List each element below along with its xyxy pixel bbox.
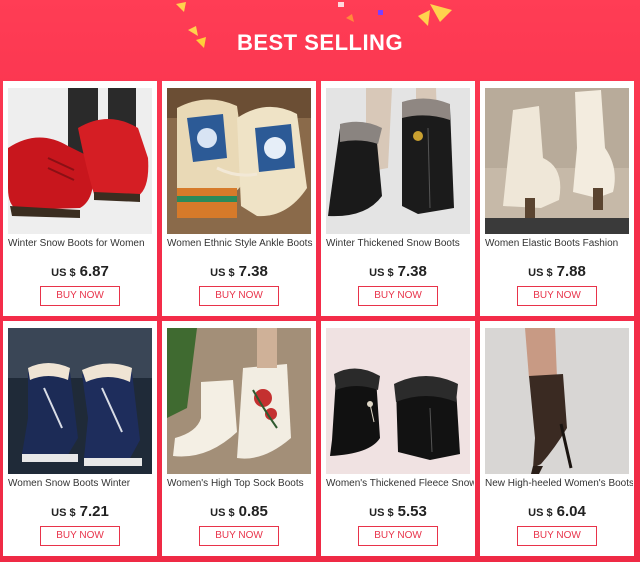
buy-now-button[interactable]: BUY NOW	[199, 286, 279, 306]
price-currency: US $	[210, 267, 235, 279]
product-price: US $7.38	[321, 263, 475, 281]
product-image-floral-sock-boot[interactable]	[167, 328, 311, 474]
product-name[interactable]: Women's Thickened Fleece Snow	[326, 478, 474, 489]
product-image-stiletto-boot[interactable]	[485, 328, 629, 474]
product-price: US $5.53	[321, 503, 475, 521]
buy-now-button[interactable]: BUY NOW	[40, 286, 120, 306]
product-card[interactable]: Women Ethnic Style Ankle Boots US $7.38 …	[162, 81, 316, 316]
product-name[interactable]: Winter Snow Boots for Women	[8, 238, 156, 249]
product-image-white-sock-boot[interactable]	[485, 88, 629, 234]
product-image-black-snow-boot[interactable]	[326, 88, 470, 234]
price-amount: 6.04	[556, 503, 586, 520]
product-card[interactable]: Women Snow Boots Winter US $7.21 BUY NOW	[3, 321, 157, 556]
product-card[interactable]: Women Elastic Boots Fashion US $7.88 BUY…	[480, 81, 634, 316]
price-amount: 7.21	[79, 503, 109, 520]
product-card[interactable]: Women's High Top Sock Boots US $0.85 BUY…	[162, 321, 316, 556]
price-amount: 7.38	[238, 263, 268, 280]
product-price: US $7.21	[3, 503, 157, 521]
product-price: US $7.88	[480, 263, 634, 281]
product-card[interactable]: New High-heeled Women's Boots US $6.04 B…	[480, 321, 634, 556]
price-amount: 5.53	[397, 503, 427, 520]
header-banner: BEST SELLING	[0, 0, 640, 80]
product-price: US $7.38	[162, 263, 316, 281]
product-card[interactable]: Women's Thickened Fleece Snow US $5.53 B…	[321, 321, 475, 556]
product-name[interactable]: New High-heeled Women's Boots	[485, 478, 633, 489]
product-price: US $0.85	[162, 503, 316, 521]
product-card[interactable]: Winter Snow Boots for Women US $6.87 BUY…	[3, 81, 157, 316]
price-currency: US $	[528, 267, 553, 279]
section-title: BEST SELLING	[236, 30, 404, 55]
product-image-fur-cuff-boot[interactable]	[326, 328, 470, 474]
product-price: US $6.87	[3, 263, 157, 281]
buy-now-button[interactable]: BUY NOW	[517, 526, 597, 546]
buy-now-button[interactable]: BUY NOW	[199, 526, 279, 546]
product-price: US $6.04	[480, 503, 634, 521]
product-name[interactable]: Women Ethnic Style Ankle Boots	[167, 238, 315, 249]
product-image-ethnic-boot[interactable]	[167, 88, 311, 234]
price-currency: US $	[51, 507, 76, 519]
price-currency: US $	[369, 507, 394, 519]
buy-now-button[interactable]: BUY NOW	[358, 286, 438, 306]
product-card[interactable]: Winter Thickened Snow Boots US $7.38 BUY…	[321, 81, 475, 316]
product-image-red-boot[interactable]	[8, 88, 152, 234]
price-currency: US $	[210, 507, 235, 519]
price-currency: US $	[51, 267, 76, 279]
product-name[interactable]: Women Snow Boots Winter	[8, 478, 156, 489]
buy-now-button[interactable]: BUY NOW	[517, 286, 597, 306]
product-grid: Winter Snow Boots for Women US $6.87 BUY…	[3, 81, 634, 556]
product-image-navy-snow-boot[interactable]	[8, 328, 152, 474]
price-amount: 0.85	[238, 503, 268, 520]
price-amount: 7.38	[397, 263, 427, 280]
price-currency: US $	[528, 507, 553, 519]
product-name[interactable]: Winter Thickened Snow Boots	[326, 238, 474, 249]
buy-now-button[interactable]: BUY NOW	[40, 526, 120, 546]
product-name[interactable]: Women's High Top Sock Boots	[167, 478, 315, 489]
buy-now-button[interactable]: BUY NOW	[358, 526, 438, 546]
price-amount: 6.87	[79, 263, 109, 280]
price-currency: US $	[369, 267, 394, 279]
price-amount: 7.88	[556, 263, 586, 280]
product-name[interactable]: Women Elastic Boots Fashion	[485, 238, 633, 249]
